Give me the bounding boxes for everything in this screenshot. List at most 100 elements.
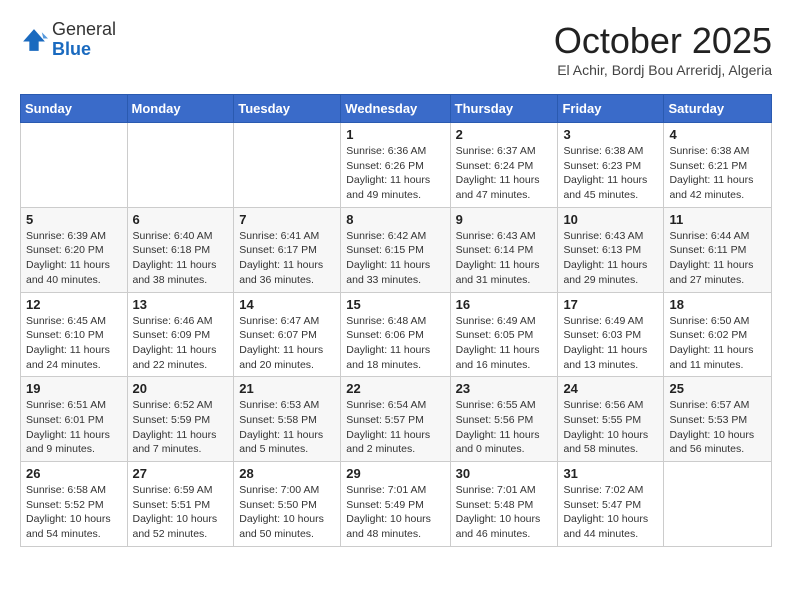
month-title: October 2025 (554, 20, 772, 62)
calendar-cell (234, 123, 341, 208)
day-detail: Sunrise: 7:00 AM Sunset: 5:50 PM Dayligh… (239, 483, 335, 542)
day-detail: Sunrise: 6:58 AM Sunset: 5:52 PM Dayligh… (26, 483, 122, 542)
calendar-week-row: 19 Sunrise: 6:51 AM Sunset: 6:01 PM Dayli… (21, 377, 772, 462)
day-number: 4 (669, 127, 766, 142)
day-number: 24 (563, 381, 658, 396)
day-number: 16 (456, 297, 553, 312)
day-detail: Sunrise: 6:56 AM Sunset: 5:55 PM Dayligh… (563, 398, 658, 457)
calendar-cell: 22 Sunrise: 6:54 AM Sunset: 5:57 PM Dayli… (341, 377, 450, 462)
calendar-cell: 31 Sunrise: 7:02 AM Sunset: 5:47 PM Dayli… (558, 462, 664, 547)
calendar-cell: 30 Sunrise: 7:01 AM Sunset: 5:48 PM Dayli… (450, 462, 558, 547)
day-detail: Sunrise: 6:50 AM Sunset: 6:02 PM Dayligh… (669, 314, 766, 373)
day-detail: Sunrise: 6:44 AM Sunset: 6:11 PM Dayligh… (669, 229, 766, 288)
calendar-cell: 10 Sunrise: 6:43 AM Sunset: 6:13 PM Dayli… (558, 207, 664, 292)
calendar-week-row: 12Sunrise: 6:45 AM Sunset: 6:10 PM Dayli… (21, 292, 772, 377)
day-detail: Sunrise: 6:38 AM Sunset: 6:23 PM Dayligh… (563, 144, 658, 203)
day-number: 17 (563, 297, 658, 312)
calendar-cell: 19 Sunrise: 6:51 AM Sunset: 6:01 PM Dayli… (21, 377, 128, 462)
day-detail: Sunrise: 6:43 AM Sunset: 6:13 PM Dayligh… (563, 229, 658, 288)
day-number: 1 (346, 127, 444, 142)
day-number: 31 (563, 466, 658, 481)
calendar-cell: 17 Sunrise: 6:49 AM Sunset: 6:03 PM Dayli… (558, 292, 664, 377)
calendar-cell (664, 462, 772, 547)
day-detail: Sunrise: 7:02 AM Sunset: 5:47 PM Dayligh… (563, 483, 658, 542)
calendar-cell: 26 Sunrise: 6:58 AM Sunset: 5:52 PM Dayli… (21, 462, 128, 547)
day-detail: Sunrise: 6:41 AM Sunset: 6:17 PM Dayligh… (239, 229, 335, 288)
calendar-cell: 2 Sunrise: 6:37 AM Sunset: 6:24 PM Daylig… (450, 123, 558, 208)
day-detail: Sunrise: 6:39 AM Sunset: 6:20 PM Dayligh… (26, 229, 122, 288)
day-number: 9 (456, 212, 553, 227)
calendar-cell: 21 Sunrise: 6:53 AM Sunset: 5:58 PM Dayli… (234, 377, 341, 462)
day-number: 27 (133, 466, 229, 481)
calendar-header: SundayMondayTuesdayWednesdayThursdayFrid… (21, 95, 772, 123)
calendar-cell: 6 Sunrise: 6:40 AM Sunset: 6:18 PM Daylig… (127, 207, 234, 292)
calendar-cell: 9Sunrise: 6:43 AM Sunset: 6:14 PM Daylig… (450, 207, 558, 292)
day-detail: Sunrise: 7:01 AM Sunset: 5:48 PM Dayligh… (456, 483, 553, 542)
day-detail: Sunrise: 6:37 AM Sunset: 6:24 PM Dayligh… (456, 144, 553, 203)
calendar-cell: 13 Sunrise: 6:46 AM Sunset: 6:09 PM Dayli… (127, 292, 234, 377)
day-number: 30 (456, 466, 553, 481)
logo: General Blue (20, 20, 116, 60)
calendar-cell: 29 Sunrise: 7:01 AM Sunset: 5:49 PM Dayli… (341, 462, 450, 547)
logo-blue: Blue (52, 39, 91, 59)
day-detail: Sunrise: 6:53 AM Sunset: 5:58 PM Dayligh… (239, 398, 335, 457)
calendar-cell: 27Sunrise: 6:59 AM Sunset: 5:51 PM Dayli… (127, 462, 234, 547)
calendar-cell (21, 123, 128, 208)
day-detail: Sunrise: 7:01 AM Sunset: 5:49 PM Dayligh… (346, 483, 444, 542)
header: General Blue October 2025 El Achir, Bord… (20, 20, 772, 78)
day-number: 6 (133, 212, 229, 227)
page: General Blue October 2025 El Achir, Bord… (0, 0, 792, 567)
day-number: 29 (346, 466, 444, 481)
calendar-cell (127, 123, 234, 208)
day-of-week-header: Thursday (450, 95, 558, 123)
day-number: 20 (133, 381, 229, 396)
calendar-table: SundayMondayTuesdayWednesdayThursdayFrid… (20, 94, 772, 547)
day-number: 10 (563, 212, 658, 227)
day-number: 21 (239, 381, 335, 396)
day-detail: Sunrise: 6:47 AM Sunset: 6:07 PM Dayligh… (239, 314, 335, 373)
logo-text: General Blue (52, 20, 116, 60)
day-of-week-header: Friday (558, 95, 664, 123)
day-of-week-header: Tuesday (234, 95, 341, 123)
day-number: 23 (456, 381, 553, 396)
calendar-cell: 24 Sunrise: 6:56 AM Sunset: 5:55 PM Dayli… (558, 377, 664, 462)
day-detail: Sunrise: 6:52 AM Sunset: 5:59 PM Dayligh… (133, 398, 229, 457)
calendar-cell: 23Sunrise: 6:55 AM Sunset: 5:56 PM Dayli… (450, 377, 558, 462)
calendar-week-row: 1Sunrise: 6:36 AM Sunset: 6:26 PM Daylig… (21, 123, 772, 208)
day-detail: Sunrise: 6:54 AM Sunset: 5:57 PM Dayligh… (346, 398, 444, 457)
day-of-week-header: Monday (127, 95, 234, 123)
calendar-week-row: 5Sunrise: 6:39 AM Sunset: 6:20 PM Daylig… (21, 207, 772, 292)
day-number: 13 (133, 297, 229, 312)
day-number: 25 (669, 381, 766, 396)
day-detail: Sunrise: 6:46 AM Sunset: 6:09 PM Dayligh… (133, 314, 229, 373)
day-number: 15 (346, 297, 444, 312)
day-of-week-header: Saturday (664, 95, 772, 123)
calendar-cell: 3 Sunrise: 6:38 AM Sunset: 6:23 PM Daylig… (558, 123, 664, 208)
calendar-cell: 12Sunrise: 6:45 AM Sunset: 6:10 PM Dayli… (21, 292, 128, 377)
day-number: 14 (239, 297, 335, 312)
day-number: 19 (26, 381, 122, 396)
day-header-row: SundayMondayTuesdayWednesdayThursdayFrid… (21, 95, 772, 123)
calendar-cell: 18 Sunrise: 6:50 AM Sunset: 6:02 PM Dayli… (664, 292, 772, 377)
calendar-cell: 4Sunrise: 6:38 AM Sunset: 6:21 PM Daylig… (664, 123, 772, 208)
calendar-cell: 25 Sunrise: 6:57 AM Sunset: 5:53 PM Dayli… (664, 377, 772, 462)
calendar-week-row: 26 Sunrise: 6:58 AM Sunset: 5:52 PM Dayli… (21, 462, 772, 547)
day-number: 3 (563, 127, 658, 142)
day-detail: Sunrise: 6:42 AM Sunset: 6:15 PM Dayligh… (346, 229, 444, 288)
title-block: October 2025 El Achir, Bordj Bou Arrerid… (554, 20, 772, 78)
calendar-cell: 28Sunrise: 7:00 AM Sunset: 5:50 PM Dayli… (234, 462, 341, 547)
calendar-cell: 14 Sunrise: 6:47 AM Sunset: 6:07 PM Dayli… (234, 292, 341, 377)
day-of-week-header: Wednesday (341, 95, 450, 123)
calendar-cell: 11Sunrise: 6:44 AM Sunset: 6:11 PM Dayli… (664, 207, 772, 292)
day-number: 12 (26, 297, 122, 312)
day-number: 22 (346, 381, 444, 396)
day-detail: Sunrise: 6:48 AM Sunset: 6:06 PM Dayligh… (346, 314, 444, 373)
day-number: 2 (456, 127, 553, 142)
day-detail: Sunrise: 6:57 AM Sunset: 5:53 PM Dayligh… (669, 398, 766, 457)
day-detail: Sunrise: 6:49 AM Sunset: 6:03 PM Dayligh… (563, 314, 658, 373)
day-detail: Sunrise: 6:51 AM Sunset: 6:01 PM Dayligh… (26, 398, 122, 457)
day-number: 18 (669, 297, 766, 312)
day-number: 26 (26, 466, 122, 481)
calendar-cell: 8Sunrise: 6:42 AM Sunset: 6:15 PM Daylig… (341, 207, 450, 292)
day-detail: Sunrise: 6:40 AM Sunset: 6:18 PM Dayligh… (133, 229, 229, 288)
